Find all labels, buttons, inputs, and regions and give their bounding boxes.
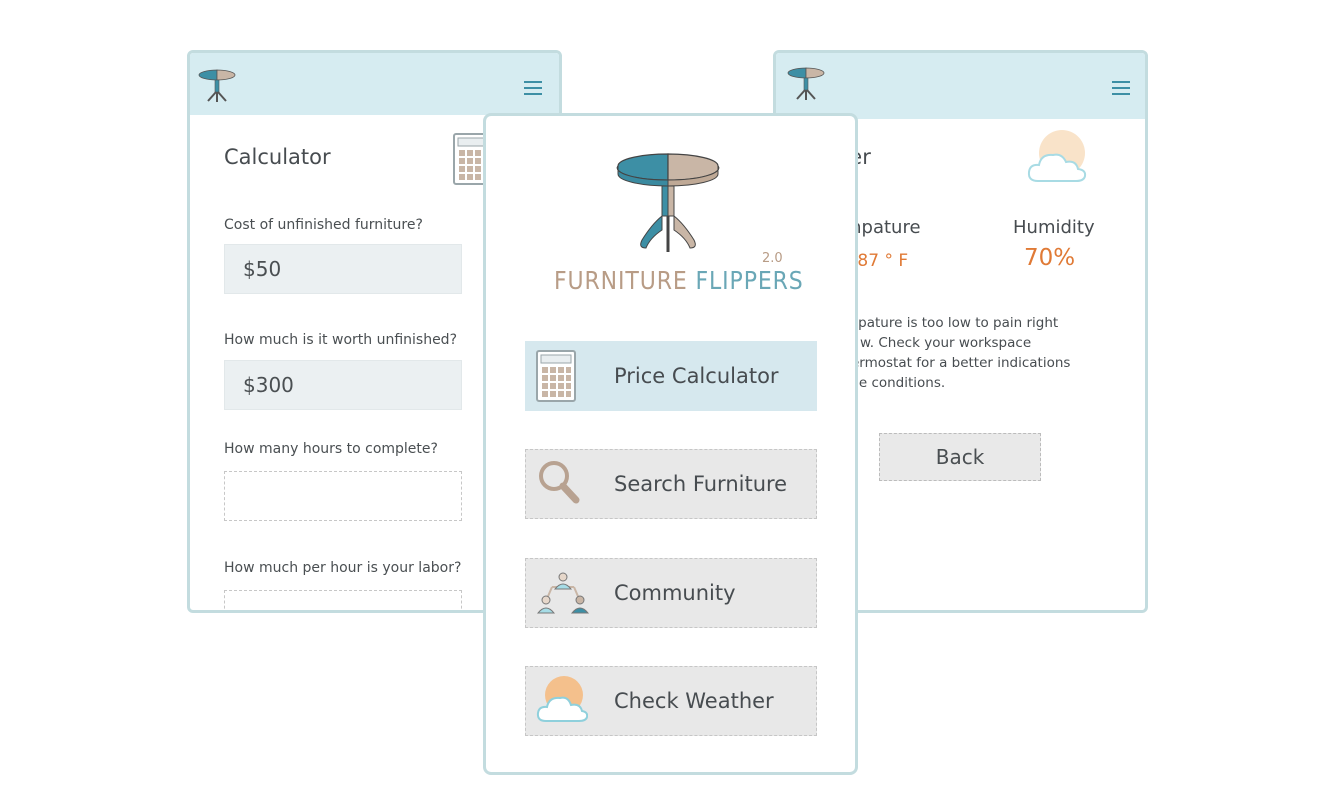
- weather-header: [776, 53, 1145, 119]
- search-icon: [539, 461, 580, 504]
- search-furniture-label: Search Furniture: [614, 472, 788, 496]
- calculator-header: [190, 53, 559, 115]
- labor-rate-label: How much per hour is your labor?: [224, 560, 462, 576]
- price-calculator-label: Price Calculator: [614, 364, 779, 388]
- weather-message-line: the conditions.: [845, 375, 946, 391]
- search-furniture-button[interactable]: Search Furniture: [525, 449, 817, 519]
- cost-label: Cost of unfinished furniture?: [224, 217, 423, 233]
- labor-rate-input[interactable]: [224, 590, 462, 610]
- version-label: 2.0: [762, 251, 783, 266]
- check-weather-button[interactable]: Check Weather: [525, 666, 817, 736]
- temperature-value: .87 ° F: [852, 251, 909, 271]
- community-button[interactable]: Community: [525, 558, 817, 628]
- community-icon: [536, 572, 590, 614]
- humidity-label: Humidity: [1013, 217, 1095, 238]
- hamburger-menu-icon[interactable]: [1112, 81, 1130, 95]
- community-label: Community: [614, 581, 736, 605]
- calculator-title: Calculator: [224, 145, 331, 169]
- furniture-flippers-table-logo: [616, 153, 720, 252]
- brand-name: FURNITURE FLIPPERS: [554, 266, 804, 295]
- hours-label: How many hours to complete?: [224, 441, 438, 457]
- price-calculator-button[interactable]: Price Calculator: [525, 341, 817, 411]
- brand-word-flippers: FLIPPERS: [695, 266, 804, 295]
- worth-label: How much is it worth unfinished?: [224, 332, 457, 348]
- worth-input[interactable]: $300: [224, 360, 462, 410]
- sun-cloud-icon: [1027, 130, 1087, 182]
- humidity-value: 70%: [1024, 245, 1076, 271]
- hours-input[interactable]: [224, 471, 462, 521]
- weather-message-line: ermostat for a better indications: [851, 355, 1071, 371]
- weather-message-line: w. Check your workspace: [860, 335, 1032, 351]
- cost-input[interactable]: $50: [224, 244, 462, 294]
- calculator-icon: [536, 350, 576, 402]
- main-menu-screen: 2.0 FURNITURE FLIPPERS Price Calculator …: [483, 113, 858, 775]
- brand-word-furniture: FURNITURE: [554, 266, 688, 295]
- weather-message-line: mpature is too low to pain right: [845, 315, 1059, 331]
- back-button[interactable]: Back: [879, 433, 1041, 481]
- check-weather-label: Check Weather: [614, 689, 774, 713]
- table-logo-icon[interactable]: [786, 65, 826, 103]
- hamburger-menu-icon[interactable]: [524, 81, 542, 95]
- weather-icon: [536, 676, 588, 722]
- table-logo-icon[interactable]: [197, 67, 237, 105]
